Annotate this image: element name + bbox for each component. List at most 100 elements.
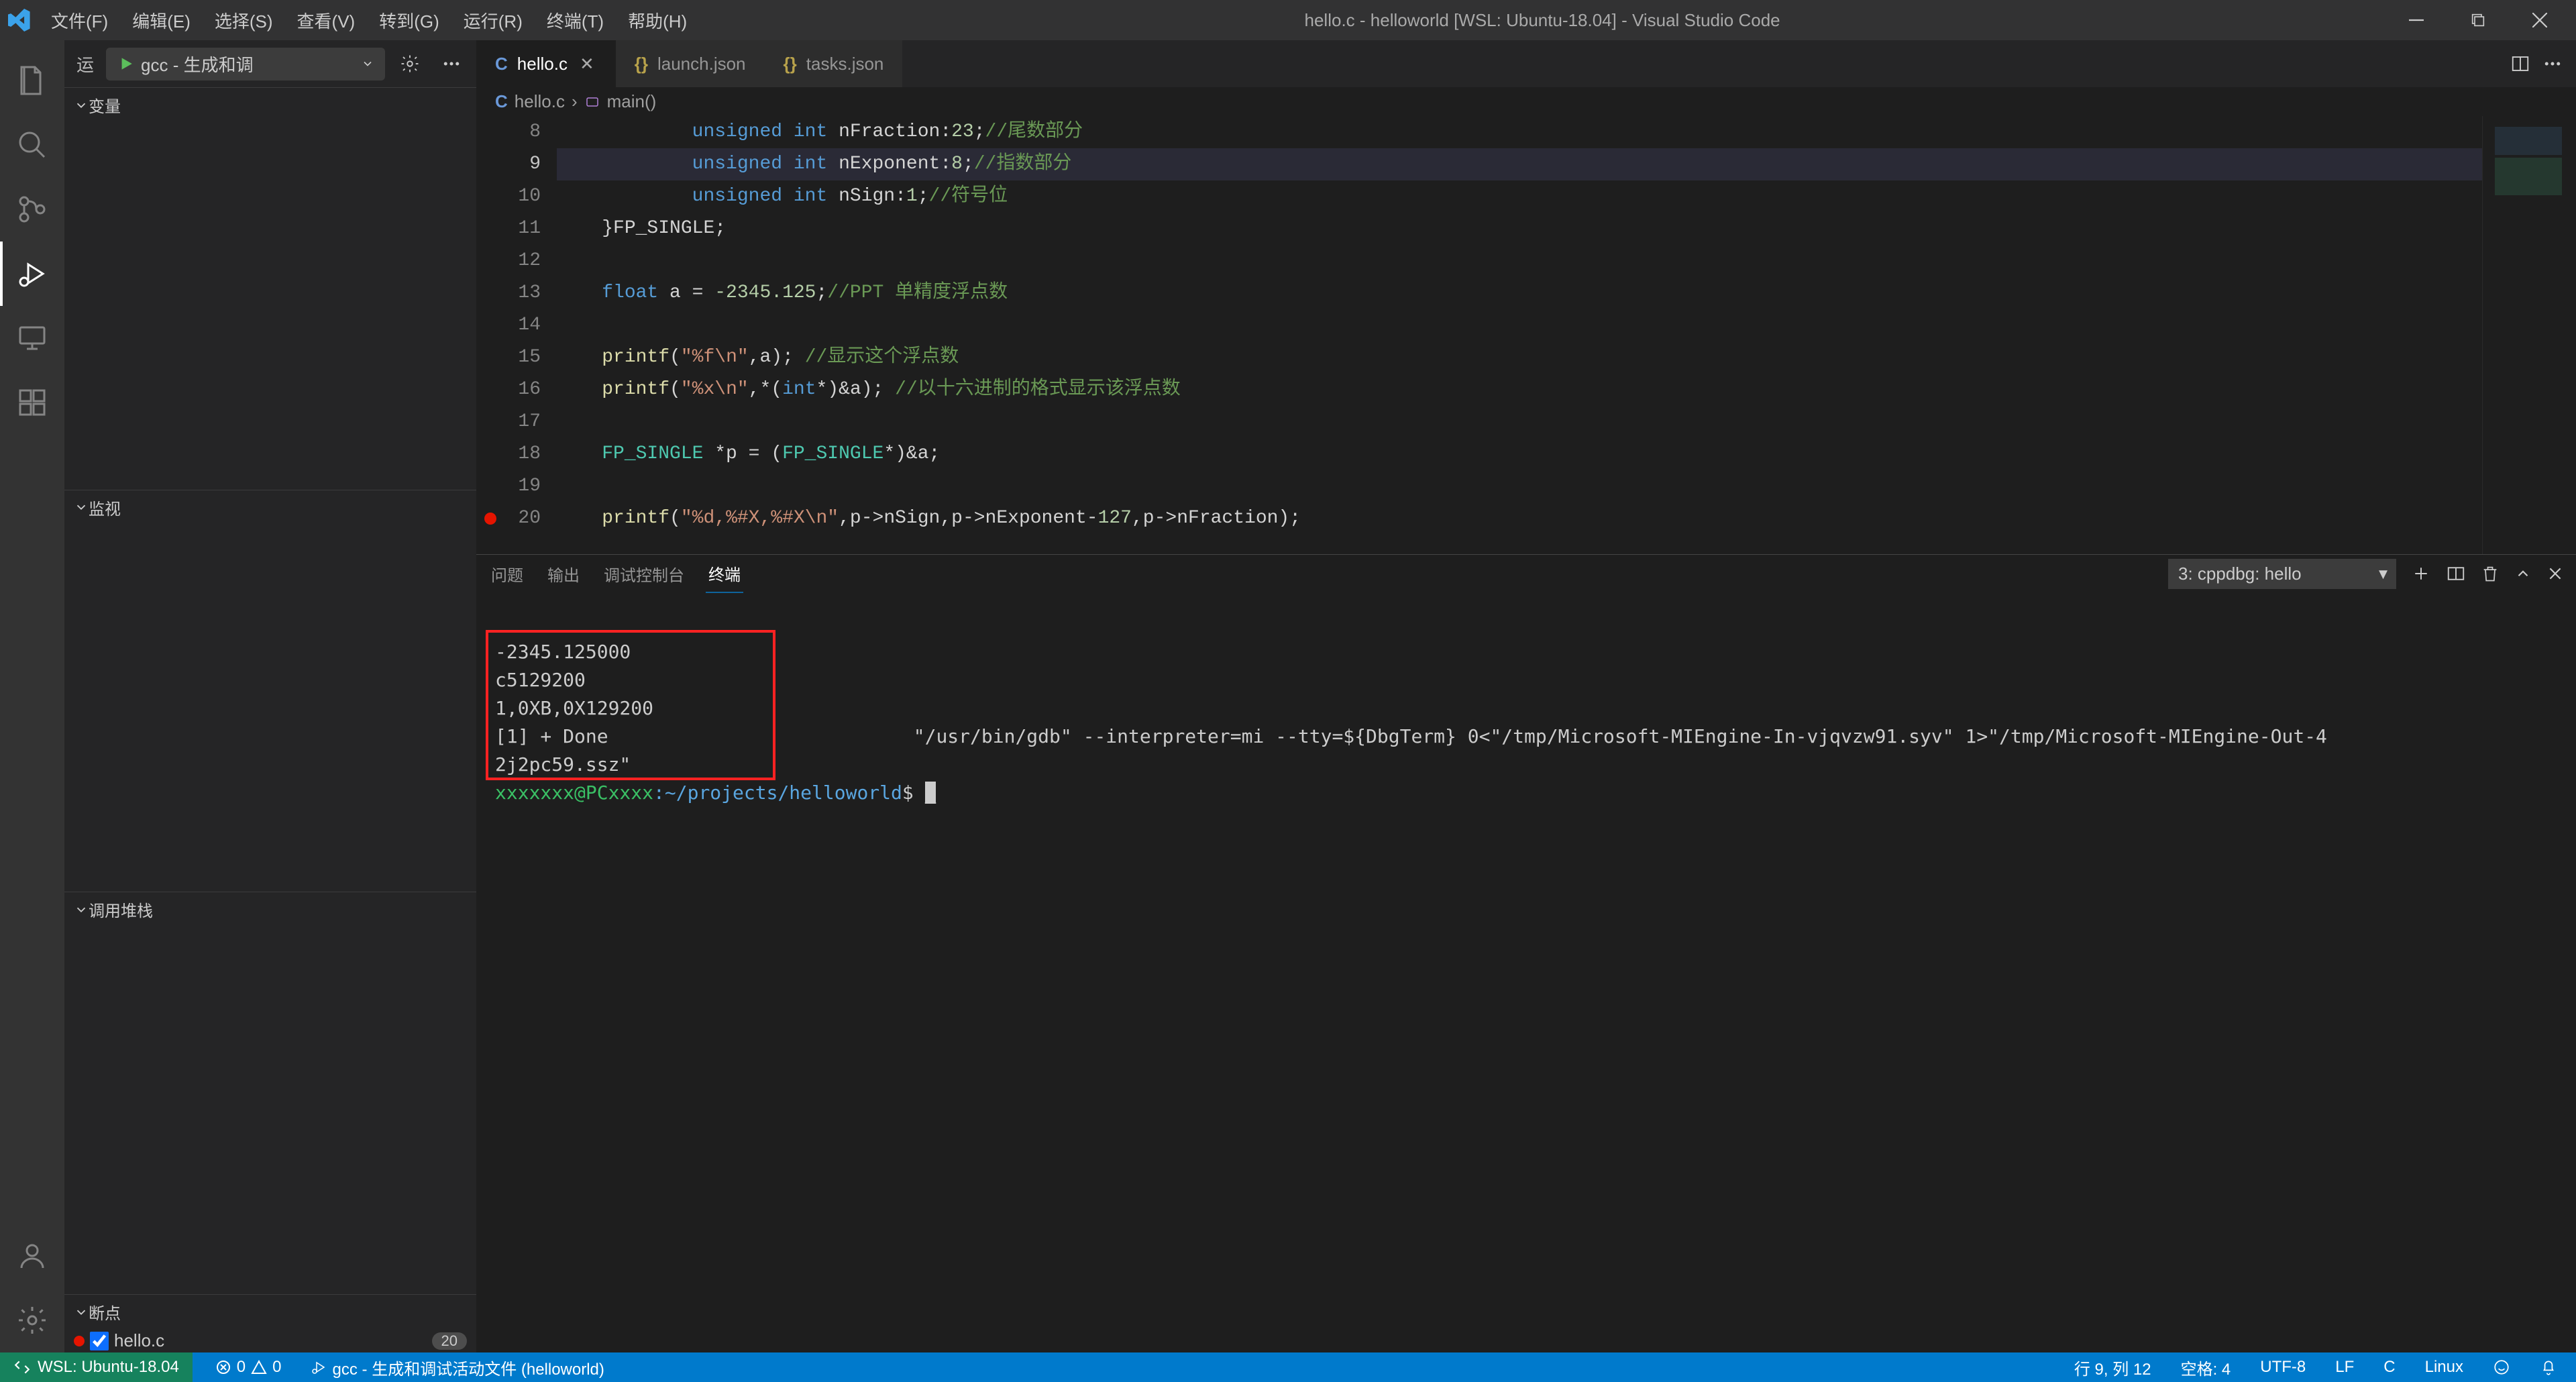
status-os[interactable]: Linux [2418,1358,2470,1377]
status-encoding[interactable]: UTF-8 [2253,1358,2312,1377]
variables-title: 变量 [89,93,121,117]
breadcrumb-file-icon: C [495,91,508,112]
chevron-right-icon: › [572,91,578,112]
status-lang[interactable]: C [2377,1358,2402,1377]
menu-edit[interactable]: 编辑(E) [120,3,203,38]
tab-launch-json[interactable]: {} launch.json [616,40,765,87]
debug-settings-icon[interactable] [393,54,427,74]
menu-goto[interactable]: 转到(G) [367,3,451,38]
highlight-annotation [486,630,775,780]
watch-header[interactable]: 监视 [64,490,476,525]
debug-toolbar: 运 gcc - 生成和调 [64,40,476,87]
debug-config-label: gcc - 生成和调 [141,52,254,76]
variables-section: 变量 [64,87,476,490]
breakpoint-file: hello.c [114,1330,164,1351]
status-remote-label: WSL: Ubuntu-18.04 [38,1358,179,1377]
variables-header[interactable]: 变量 [64,88,476,122]
activity-scm[interactable] [0,177,64,242]
kill-terminal-icon[interactable] [2481,564,2500,583]
new-terminal-icon[interactable] [2411,564,2431,584]
minimap[interactable] [2482,116,2576,554]
split-terminal-icon[interactable] [2446,564,2466,584]
activity-debug[interactable] [0,242,64,306]
minimize-button[interactable] [2385,0,2447,40]
status-spaces[interactable]: 空格: 4 [2174,1356,2238,1379]
editor[interactable]: 891011121314151617181920 unsigned int nF… [476,116,2576,554]
activity-explorer[interactable] [0,48,64,113]
menu-terminal[interactable]: 终端(T) [535,3,616,38]
tab-actions [2497,40,2576,87]
json-file-icon: {} [784,54,797,74]
menu-help[interactable]: 帮助(H) [616,3,699,38]
terminal-select[interactable]: 3: cppdbg: hello ▾ [2168,559,2396,589]
more-actions-icon[interactable] [2542,54,2563,74]
activity-search[interactable] [0,113,64,177]
split-editor-icon[interactable] [2510,54,2530,74]
debug-run-label: 运 [72,52,98,76]
maximize-button[interactable] [2447,0,2509,40]
c-file-icon: C [495,54,508,74]
status-ln-col[interactable]: 行 9, 列 12 [2068,1356,2158,1379]
status-errors: 0 [237,1358,246,1377]
menu-file[interactable]: 文件(F) [39,3,120,38]
panel-tab-problems[interactable]: 问题 [488,555,526,592]
status-remote[interactable]: WSL: Ubuntu-18.04 [0,1352,193,1382]
maximize-panel-icon[interactable] [2514,565,2532,582]
activity-account[interactable] [0,1224,64,1288]
panel-tab-output[interactable]: 输出 [545,555,582,592]
tab-close-icon[interactable]: ✕ [577,54,597,74]
breadcrumb-file[interactable]: hello.c [515,91,565,112]
menu-bar: 文件(F) 编辑(E) 选择(S) 查看(V) 转到(G) 运行(R) 终端(T… [39,3,699,38]
callstack-header[interactable]: 调用堆栈 [64,892,476,926]
tab-label: hello.c [517,54,568,74]
chevron-down-icon: ▾ [2379,564,2387,584]
status-build[interactable]: gcc - 生成和调试活动文件 (helloworld) [305,1356,611,1379]
status-problems[interactable]: 0 0 [209,1358,288,1377]
status-eol[interactable]: LF [2328,1358,2361,1377]
tab-hello-c[interactable]: Chello.c ✕ [476,40,616,87]
activity-settings[interactable] [0,1288,64,1352]
breakpoint-line: 20 [432,1332,467,1350]
editor-area: Chello.c ✕ {} launch.json {} tasks.json C hel… [476,40,2576,1352]
close-panel-icon[interactable] [2546,565,2564,582]
panel-tab-terminal[interactable]: 终端 [706,555,743,593]
panel: 问题 输出 调试控制台 终端 3: cppdbg: hello ▾ -2345.… [476,554,2576,1352]
menu-select[interactable]: 选择(S) [203,3,285,38]
status-warnings: 0 [272,1358,281,1377]
breakpoints-title: 断点 [89,1300,121,1324]
debug-config-select[interactable]: gcc - 生成和调 [106,48,385,81]
breakpoint-checkbox[interactable] [90,1332,109,1350]
status-feedback-icon[interactable] [2486,1359,2517,1376]
breadcrumb-symbol[interactable]: main() [607,91,657,112]
tab-label: tasks.json [806,54,884,74]
breakpoints-section: 断点 hello.c 20 [64,1294,476,1352]
title-bar: 文件(F) 编辑(E) 选择(S) 查看(V) 转到(G) 运行(R) 终端(T… [0,0,2576,40]
activity-extensions[interactable] [0,370,64,435]
breadcrumb[interactable]: C hello.c › main() [476,87,2576,116]
tab-tasks-json[interactable]: {} tasks.json [765,40,903,87]
status-bell-icon[interactable] [2533,1359,2564,1376]
activity-bar [0,40,64,1352]
status-bar: WSL: Ubuntu-18.04 0 0 gcc - 生成和调试活动文件 (h… [0,1352,2576,1382]
breakpoint-dot-icon [74,1336,85,1346]
watch-section: 监视 [64,490,476,892]
json-file-icon: {} [635,54,648,74]
terminal[interactable]: -2345.125000 c5129200 1,0XB,0X129200 [1]… [476,592,2576,1352]
callstack-section: 调用堆栈 [64,892,476,1294]
symbol-method-icon [584,94,600,110]
vscode-icon [5,6,34,34]
menu-view[interactable]: 查看(V) [285,3,368,38]
window-title: hello.c - helloworld [WSL: Ubuntu-18.04]… [699,10,2385,31]
close-button[interactable] [2509,0,2571,40]
menu-run[interactable]: 运行(R) [451,3,535,38]
breakpoint-row[interactable]: hello.c 20 [64,1329,476,1352]
terminal-select-label: 3: cppdbg: hello [2178,564,2302,584]
panel-tab-debug-console[interactable]: 调试控制台 [601,555,687,592]
status-build-label: gcc - 生成和调试活动文件 (helloworld) [333,1356,604,1379]
breakpoints-header[interactable]: 断点 [64,1295,476,1329]
tab-bar: Chello.c ✕ {} launch.json {} tasks.json [476,40,2576,87]
debug-more-icon[interactable] [435,54,468,74]
activity-remote[interactable] [0,306,64,370]
tab-label: launch.json [657,54,746,74]
watch-title: 监视 [89,496,121,519]
